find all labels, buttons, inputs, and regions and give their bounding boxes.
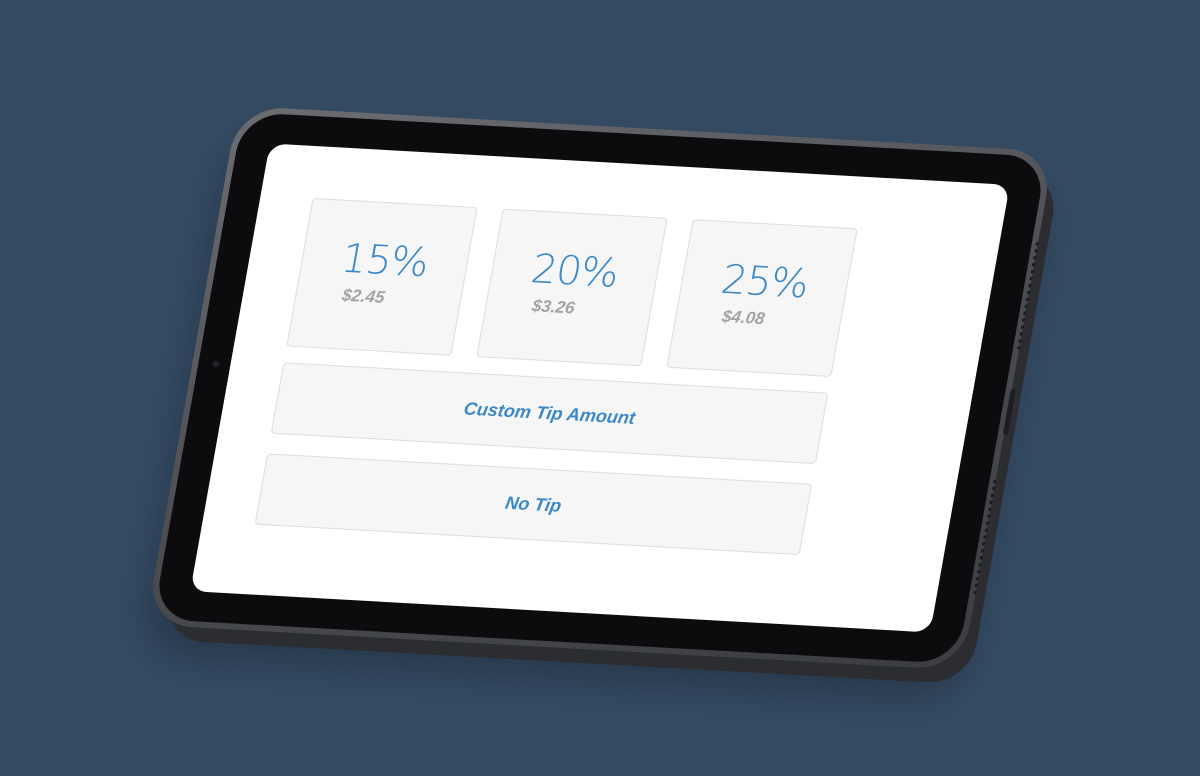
tip-option-20-button[interactable]: 20% $3.26 — [476, 208, 668, 367]
camera-icon — [211, 360, 221, 368]
percentage-tip-row: 15% $2.45 20% $3.26 25% $4.08 — [286, 197, 858, 377]
tip-amount-label: $2.45 — [340, 285, 387, 307]
tablet-device: 15% $2.45 20% $3.26 25% $4.08 Custom Tip… — [145, 105, 1055, 671]
custom-tip-label: Custom Tip Amount — [462, 398, 637, 428]
no-tip-button[interactable]: No Tip — [254, 453, 813, 556]
power-button — [1002, 388, 1016, 435]
tip-percent-label: 25% — [717, 257, 812, 308]
tip-percent-label: 15% — [337, 235, 432, 287]
custom-tip-amount-button[interactable]: Custom Tip Amount — [270, 362, 829, 465]
tip-screen: 15% $2.45 20% $3.26 25% $4.08 Custom Tip… — [190, 143, 1010, 633]
scene: 15% $2.45 20% $3.26 25% $4.08 Custom Tip… — [0, 0, 1200, 776]
tip-percent-label: 20% — [527, 246, 622, 297]
tip-amount-label: $3.26 — [530, 296, 577, 318]
tip-option-15-button[interactable]: 15% $2.45 — [286, 197, 478, 356]
tip-option-25-button[interactable]: 25% $4.08 — [666, 219, 858, 377]
tablet-bezel: 15% $2.45 20% $3.26 25% $4.08 Custom Tip… — [152, 112, 1048, 664]
tip-amount-label: $4.08 — [720, 306, 767, 329]
tip-selection-panel: 15% $2.45 20% $3.26 25% $4.08 Custom Tip… — [251, 197, 858, 575]
no-tip-label: No Tip — [503, 492, 564, 516]
